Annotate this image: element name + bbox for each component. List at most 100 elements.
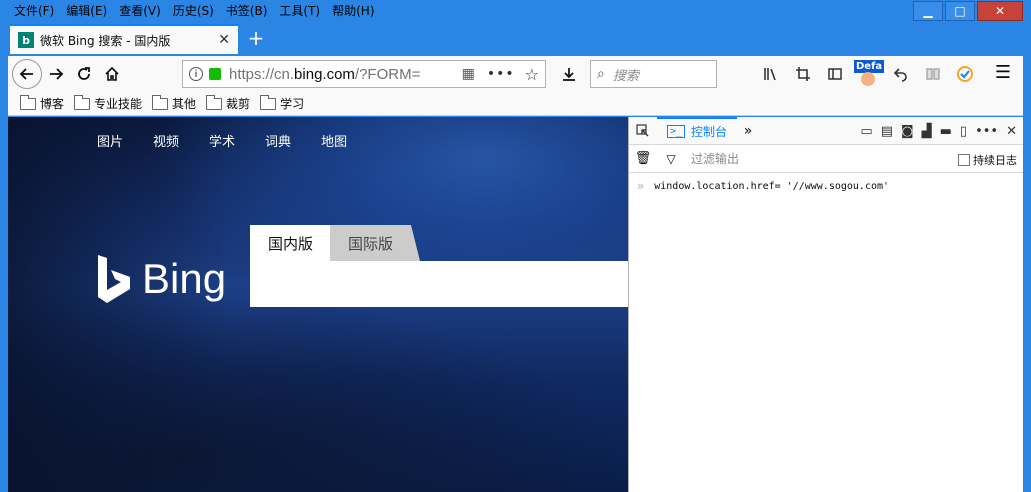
extension-button[interactable]: Defa: [854, 60, 885, 88]
tab-title: 微软 Bing 搜索 - 国内版: [40, 33, 171, 48]
book-icon: [926, 68, 940, 80]
menu-edit[interactable]: 编辑(E): [60, 2, 113, 20]
menu-bar: 文件(F) 编辑(E) 查看(V) 历史(S) 书签(B) 工具(T) 帮助(H…: [8, 2, 381, 20]
console-command[interactable]: window.location.href= '//www.sogou.com': [654, 181, 889, 192]
checkbox[interactable]: [958, 154, 970, 166]
undo-icon: [893, 68, 907, 82]
clear-console-icon[interactable]: 🗑: [629, 151, 657, 166]
checkmark-circle-icon: [957, 66, 973, 82]
sidebar-icon: [828, 68, 842, 80]
split-console-icon[interactable]: ▭: [860, 124, 872, 139]
element-picker-button[interactable]: [629, 117, 657, 145]
menu-view[interactable]: 查看(V): [113, 2, 167, 20]
devtools-panel: >_ 控制台 » ▭ ▤ ◙ ▟ ▬ ▯ ••• ✕ 🗑 ▽ 过滤输出 持续日志: [628, 116, 1023, 492]
ruler-icon[interactable]: ▬: [940, 124, 952, 139]
folder-icon: [20, 94, 36, 110]
console-prompt-icon: »: [637, 179, 645, 193]
screenshot-icon[interactable]: ◙: [901, 124, 914, 139]
bookmarks-toolbar: 博客 专业技能 其他 裁剪 学习: [8, 92, 1023, 116]
tab-domestic[interactable]: 国内版: [250, 225, 332, 261]
tab-strip: b 微软 Bing 搜索 - 国内版 ✕ +: [8, 24, 1023, 54]
toolbar-icons: Defa: [758, 60, 978, 88]
filter-funnel-icon[interactable]: ▽: [657, 152, 685, 166]
new-tab-button[interactable]: +: [244, 26, 268, 50]
maximize-button[interactable]: □: [945, 1, 975, 21]
bookmark-folder[interactable]: 学习: [260, 94, 304, 112]
menu-tools[interactable]: 工具(T): [273, 2, 326, 20]
nav-dictionary[interactable]: 词典: [265, 131, 291, 150]
library-icon: [764, 68, 776, 81]
reader-button[interactable]: [920, 60, 946, 88]
folder-icon: [152, 94, 169, 110]
undo-extension-button[interactable]: [888, 60, 914, 88]
bing-favicon-icon: b: [18, 32, 34, 48]
downloads-button[interactable]: [555, 60, 583, 88]
close-window-button[interactable]: ✕: [977, 1, 1023, 21]
navigation-toolbar: i https://cn.bing.com/?FORM= ▦ ••• ☆ ⌕ 搜…: [8, 56, 1023, 92]
library-button[interactable]: [758, 60, 784, 88]
search-icon: ⌕: [597, 66, 605, 82]
info-icon[interactable]: i: [189, 67, 203, 81]
dock-side-icon[interactable]: ▯: [960, 124, 967, 139]
page-actions-button[interactable]: •••: [487, 66, 515, 82]
arrow-left-icon: [19, 68, 33, 80]
picker-icon: [636, 123, 649, 136]
more-tabs-chevron-icon[interactable]: »: [737, 123, 759, 139]
bing-search-input[interactable]: [250, 261, 628, 307]
scratchpad-icon[interactable]: ▤: [881, 124, 893, 139]
console-input-line[interactable]: » window.location.href= '//www.sogou.com…: [629, 173, 1023, 199]
bing-logo-text: Bing: [142, 255, 227, 302]
browser-window: 文件(F) 编辑(E) 查看(V) 历史(S) 书签(B) 工具(T) 帮助(H…: [0, 0, 1031, 492]
reload-button[interactable]: [70, 60, 98, 88]
bookmark-star-icon[interactable]: ☆: [525, 65, 539, 84]
bookmark-folder[interactable]: 其他: [152, 94, 196, 112]
nav-maps[interactable]: 地图: [321, 131, 347, 150]
menu-file[interactable]: 文件(F): [8, 2, 60, 20]
menu-bookmarks[interactable]: 书签(B): [220, 2, 274, 20]
filter-input[interactable]: 过滤输出: [691, 150, 739, 167]
persist-logs-checkbox[interactable]: 持续日志: [958, 152, 1017, 168]
extension-badge: Defa: [854, 60, 885, 73]
forward-button[interactable]: [42, 60, 70, 88]
hamburger-menu-icon[interactable]: ☰: [995, 62, 1011, 83]
sync-button[interactable]: [952, 60, 978, 88]
sidebar-button[interactable]: [822, 60, 848, 88]
lock-icon[interactable]: [209, 68, 221, 80]
minimize-button[interactable]: ▁: [913, 1, 943, 21]
overflow-menu-icon[interactable]: •••: [975, 124, 998, 139]
avatar-icon: [861, 72, 875, 86]
bing-logo: Bing: [96, 255, 226, 303]
console-icon: >_: [667, 125, 686, 138]
console-tab-label: 控制台: [691, 125, 728, 139]
menu-help[interactable]: 帮助(H): [326, 2, 380, 20]
window-controls: ▁ □ ✕: [913, 1, 1023, 21]
devtools-toolbar: >_ 控制台 » ▭ ▤ ◙ ▟ ▬ ▯ ••• ✕: [629, 116, 1023, 145]
nav-images[interactable]: 图片: [97, 131, 123, 150]
crop-icon: [796, 67, 810, 81]
home-button[interactable]: [98, 60, 126, 88]
bookmark-folder[interactable]: 裁剪: [206, 94, 250, 112]
screenshot-button[interactable]: [790, 60, 816, 88]
devtools-actions: ▭ ▤ ◙ ▟ ▬ ▯ ••• ✕: [860, 117, 1017, 145]
persist-logs-label: 持续日志: [973, 154, 1017, 167]
close-tab-icon[interactable]: ✕: [218, 32, 230, 48]
folder-icon: [74, 94, 91, 110]
reload-icon: [78, 67, 90, 80]
responsive-design-icon[interactable]: ▟: [922, 124, 932, 139]
bookmark-folder[interactable]: 专业技能: [74, 94, 142, 112]
address-bar[interactable]: i https://cn.bing.com/?FORM= ▦ ••• ☆: [182, 60, 546, 88]
qr-code-icon[interactable]: ▦: [462, 66, 475, 82]
menu-history[interactable]: 历史(S): [167, 2, 220, 20]
close-devtools-icon[interactable]: ✕: [1006, 124, 1017, 139]
tab-international[interactable]: 国际版: [330, 225, 420, 261]
back-button[interactable]: [12, 59, 42, 89]
tab-bing[interactable]: b 微软 Bing 搜索 - 国内版 ✕: [10, 24, 238, 54]
search-box[interactable]: ⌕ 搜索: [590, 60, 717, 88]
bing-nav: 图片 视频 学术 词典 地图: [97, 131, 347, 150]
nav-videos[interactable]: 视频: [153, 131, 179, 150]
bookmark-folder[interactable]: 博客: [20, 94, 64, 112]
tab-console[interactable]: >_ 控制台: [657, 116, 738, 145]
url-text[interactable]: https://cn.bing.com/?FORM=: [229, 66, 458, 83]
nav-academic[interactable]: 学术: [209, 131, 235, 150]
console-filter-bar: 🗑 ▽ 过滤输出 持续日志: [629, 145, 1023, 173]
